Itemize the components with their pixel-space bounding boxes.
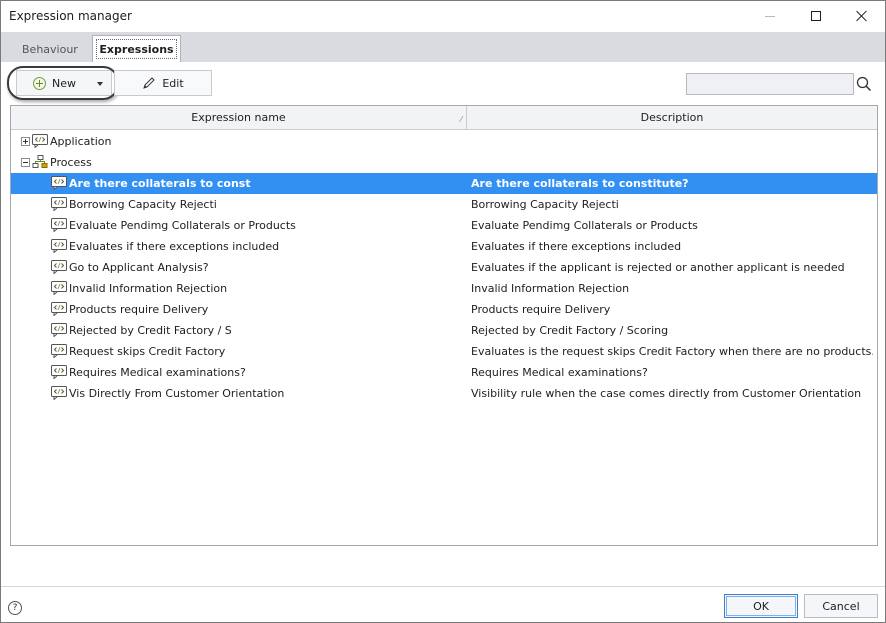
expression-icon: [51, 260, 67, 275]
maximize-button[interactable]: [793, 1, 839, 31]
window-title: Expression manager: [9, 9, 132, 23]
tree-group-label: Process: [50, 156, 92, 169]
expression-manager-window: Expression manager Behaviour Expressions…: [0, 0, 886, 623]
table-row[interactable]: Vis Directly From Customer Orientation Vi…: [11, 383, 877, 404]
toolbar: New Edit: [1, 62, 885, 102]
expression-name-cell: Rejected by Credit Factory / S: [69, 324, 232, 337]
grid-header: Expression name ⁄ Description: [11, 106, 877, 130]
add-circle-icon: [33, 76, 46, 90]
table-row[interactable]: Invalid Information Rejection Invalid Inf…: [11, 278, 877, 299]
dropdown-caret-icon[interactable]: [97, 82, 103, 86]
column-header-description[interactable]: Description: [467, 106, 877, 130]
expand-icon[interactable]: [21, 137, 30, 146]
table-row[interactable]: Evaluate Pendimg Collaterals or Products…: [11, 215, 877, 236]
description-cell: Evaluates if the applicant is rejected o…: [471, 261, 845, 274]
table-row[interactable]: Request skips Credit Factory Evaluates is…: [11, 341, 877, 362]
tree-group-row[interactable]: Application: [11, 131, 877, 152]
expression-icon: [51, 302, 67, 317]
description-cell: Requires Medical examinations?: [471, 366, 648, 379]
tree-group-row[interactable]: Process: [11, 152, 877, 173]
expression-icon: [51, 323, 67, 338]
tab-strip: Behaviour Expressions: [1, 32, 885, 62]
description-cell: Evaluates if there exceptions included: [471, 240, 682, 253]
column-header-name[interactable]: Expression name ⁄: [11, 106, 467, 130]
table-row[interactable]: Are there collaterals to const Are there …: [11, 173, 877, 194]
expression-icon: [51, 239, 67, 254]
expressions-grid: Expression name ⁄ Description Applicatio…: [10, 105, 878, 546]
new-button-label: New: [52, 76, 76, 90]
maximize-icon: [811, 11, 821, 21]
table-row[interactable]: Rejected by Credit Factory / S Rejected b…: [11, 320, 877, 341]
column-header-name-label: Expression name: [191, 111, 286, 124]
expression-icon: [51, 176, 67, 191]
description-cell: Rejected by Credit Factory / Scoring: [471, 324, 669, 337]
table-row[interactable]: Go to Applicant Analysis? Evaluates if th…: [11, 257, 877, 278]
search-icon[interactable]: [856, 76, 872, 92]
tab-expressions[interactable]: Expressions: [92, 35, 181, 62]
expression-icon: [51, 365, 67, 380]
description-cell: Invalid Information Rejection: [471, 282, 630, 295]
table-row[interactable]: Products require Delivery Products requir…: [11, 299, 877, 320]
expression-icon: [51, 281, 67, 296]
process-icon: [32, 155, 48, 169]
description-cell: Borrowing Capacity Rejecti: [471, 198, 619, 211]
help-icon[interactable]: ?: [8, 601, 22, 615]
grid-rows: Application Process Are there collaterals …: [11, 131, 877, 404]
resize-grip-icon: ⁄: [460, 115, 462, 124]
description-cell: Evaluate Pendimg Collaterals or Products: [471, 219, 698, 232]
expression-name-cell: Request skips Credit Factory: [69, 345, 226, 358]
close-icon: [856, 10, 868, 22]
search-input[interactable]: [686, 73, 854, 95]
description-cell: Products require Delivery: [471, 303, 611, 316]
table-row[interactable]: Evaluates if there exceptions included Ev…: [11, 236, 877, 257]
table-row[interactable]: Borrowing Capacity Rejecti Borrowing Capa…: [11, 194, 877, 215]
expression-icon: [51, 197, 67, 212]
new-button[interactable]: New: [16, 70, 112, 96]
tree-group-label: Application: [50, 135, 112, 148]
expression-icon: [51, 386, 67, 401]
expression-icon: [32, 134, 48, 149]
expression-name-cell: Products require Delivery: [69, 303, 209, 316]
expression-name-cell: Evaluate Pendimg Collaterals or Products: [69, 219, 296, 232]
tab-behaviour[interactable]: Behaviour: [11, 37, 89, 62]
expression-name-cell: Evaluates if there exceptions included: [69, 240, 280, 253]
description-cell: Are there collaterals to constitute?: [471, 177, 689, 190]
ok-button[interactable]: OK: [724, 594, 798, 618]
close-button[interactable]: [839, 1, 885, 31]
table-row[interactable]: Requires Medical examinations? Requires M…: [11, 362, 877, 383]
expression-icon: [51, 218, 67, 233]
expression-name-cell: Go to Applicant Analysis?: [69, 261, 209, 274]
tab-focus-rect: [96, 39, 177, 59]
footer-divider: [1, 586, 885, 587]
collapse-icon[interactable]: [21, 158, 30, 167]
pencil-icon: [143, 77, 156, 89]
edit-button[interactable]: Edit: [114, 70, 212, 96]
column-header-description-label: Description: [640, 111, 704, 124]
expression-name-cell: Invalid Information Rejection: [69, 282, 228, 295]
expression-icon: [51, 344, 67, 359]
expression-name-cell: Requires Medical examinations?: [69, 366, 246, 379]
expression-name-cell: Borrowing Capacity Rejecti: [69, 198, 217, 211]
description-cell: Visibility rule when the case comes dire…: [471, 387, 862, 400]
expression-name-cell: Are there collaterals to const: [69, 177, 251, 190]
minimize-button[interactable]: [747, 1, 793, 31]
edit-button-label: Edit: [162, 76, 184, 90]
minimize-icon: [765, 15, 775, 17]
description-cell: Evaluates is the request skips Credit Fa…: [471, 345, 873, 358]
cancel-button[interactable]: Cancel: [804, 594, 878, 618]
title-bar[interactable]: Expression manager: [1, 1, 885, 31]
expression-name-cell: Vis Directly From Customer Orientation: [69, 387, 285, 400]
